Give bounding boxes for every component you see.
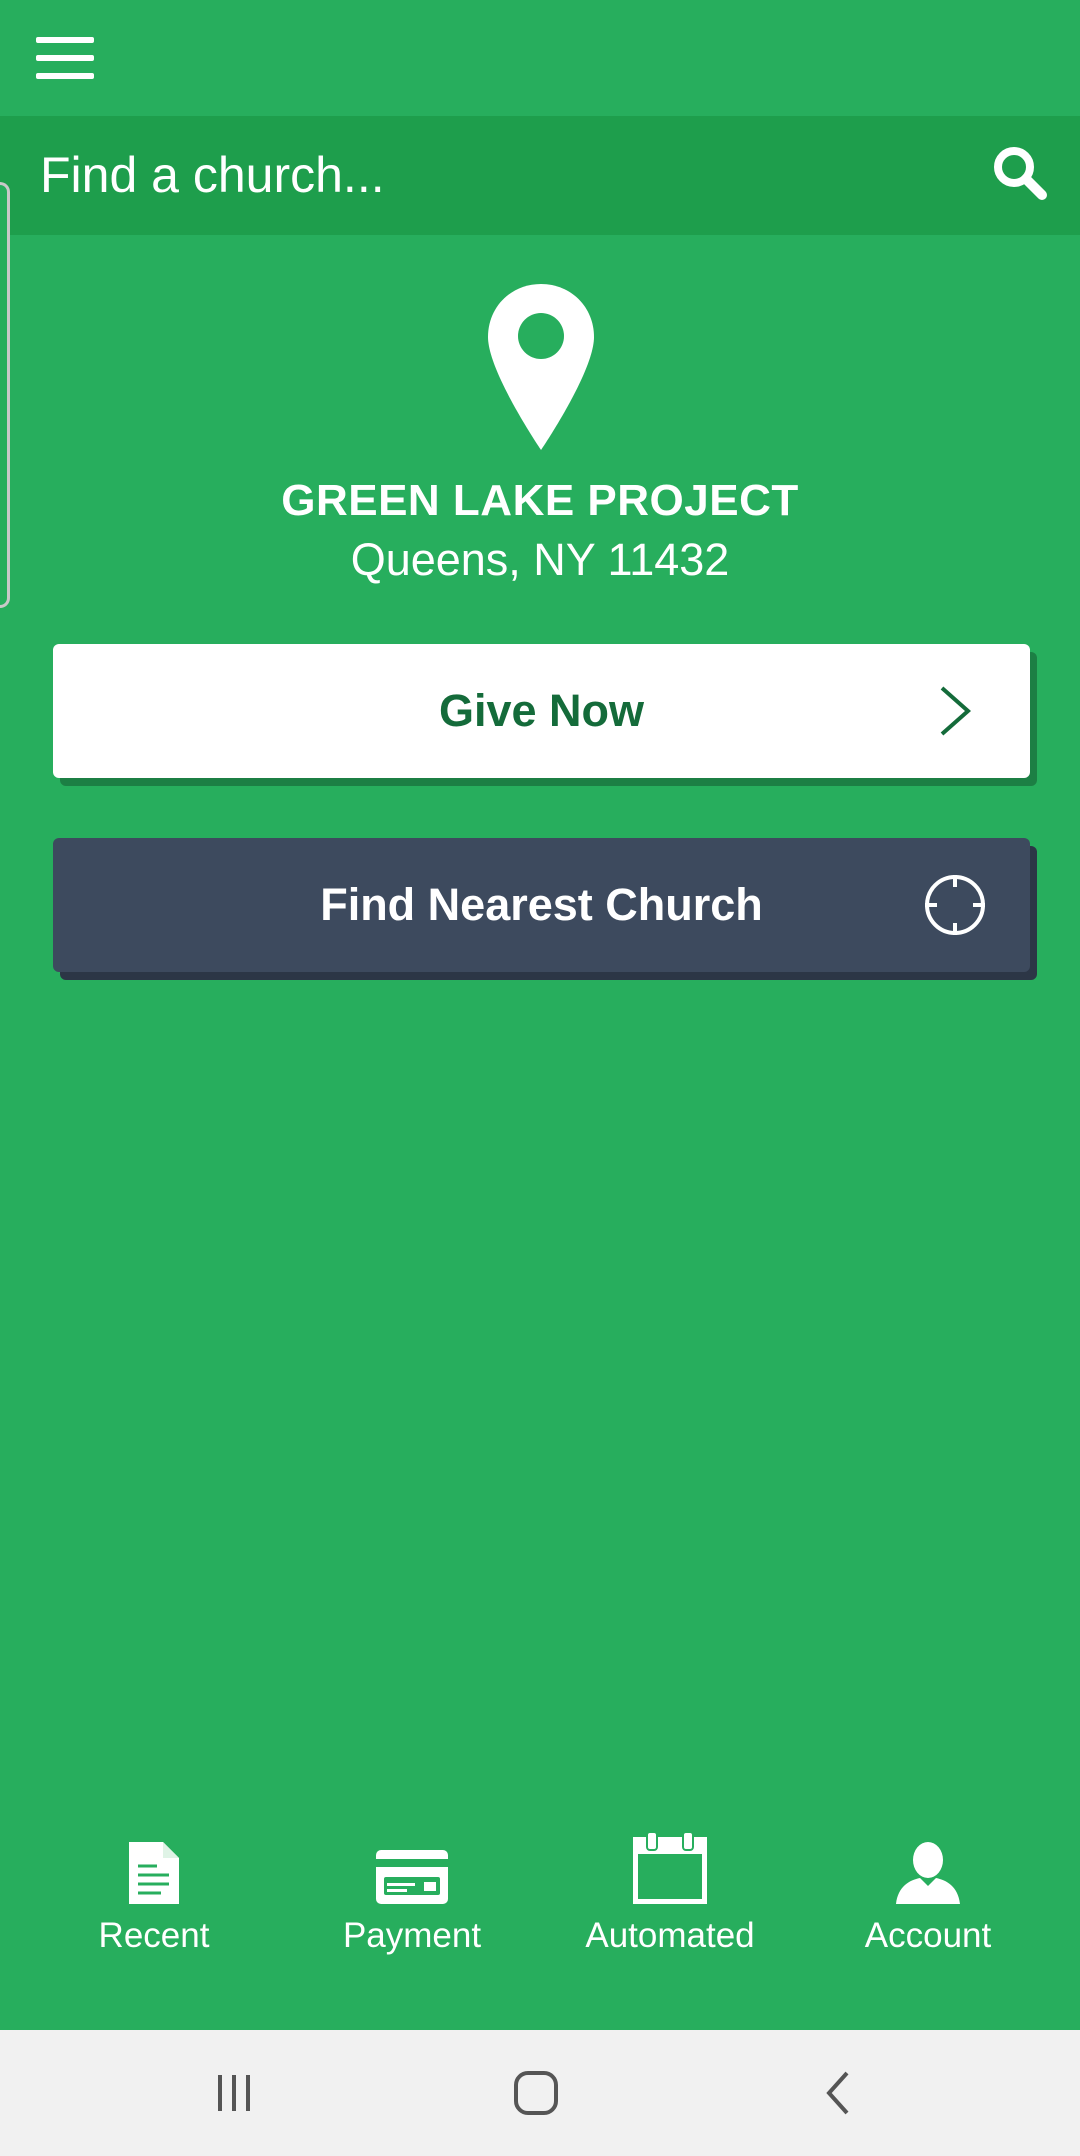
search-icon[interactable] <box>990 143 1050 203</box>
back-icon[interactable] <box>798 2058 878 2128</box>
nav-item-recent[interactable]: Recent <box>25 1800 283 1970</box>
app-header <box>0 0 1080 116</box>
give-now-label: Give Now <box>438 685 645 736</box>
bottom-navigation: Recent Payment Automated Account <box>0 1800 1080 2030</box>
give-now-button[interactable]: Give Now <box>53 644 1030 778</box>
chevron-right-icon <box>940 686 972 736</box>
credit-card-icon <box>376 1828 448 1904</box>
document-icon <box>129 1828 179 1904</box>
hamburger-menu-icon[interactable] <box>24 26 108 90</box>
nav-item-payment[interactable]: Payment <box>283 1800 541 1970</box>
nav-item-automated[interactable]: Automated <box>541 1800 799 1970</box>
nav-label-recent: Recent <box>98 1916 210 1955</box>
home-icon[interactable] <box>496 2058 576 2128</box>
crosshair-icon <box>925 875 985 935</box>
church-name: GREEN LAKE PROJECT <box>281 476 799 525</box>
nav-label-payment: Payment <box>342 1916 482 1955</box>
nav-label-account: Account <box>864 1916 992 1955</box>
location-pin-icon <box>488 284 594 450</box>
recent-apps-icon[interactable] <box>194 2058 274 2128</box>
nav-label-automated: Automated <box>585 1916 755 1955</box>
find-nearest-church-label: Find Nearest Church <box>320 879 763 930</box>
nav-item-account[interactable]: Account <box>799 1800 1057 1970</box>
calendar-icon <box>633 1828 707 1904</box>
system-navigation-bar <box>0 2030 1080 2156</box>
person-icon <box>896 1828 960 1904</box>
search-bar <box>0 116 1080 235</box>
find-nearest-church-button[interactable]: Find Nearest Church <box>53 838 1030 972</box>
church-location: Queens, NY 11432 <box>350 534 730 585</box>
search-input[interactable] <box>40 140 940 210</box>
